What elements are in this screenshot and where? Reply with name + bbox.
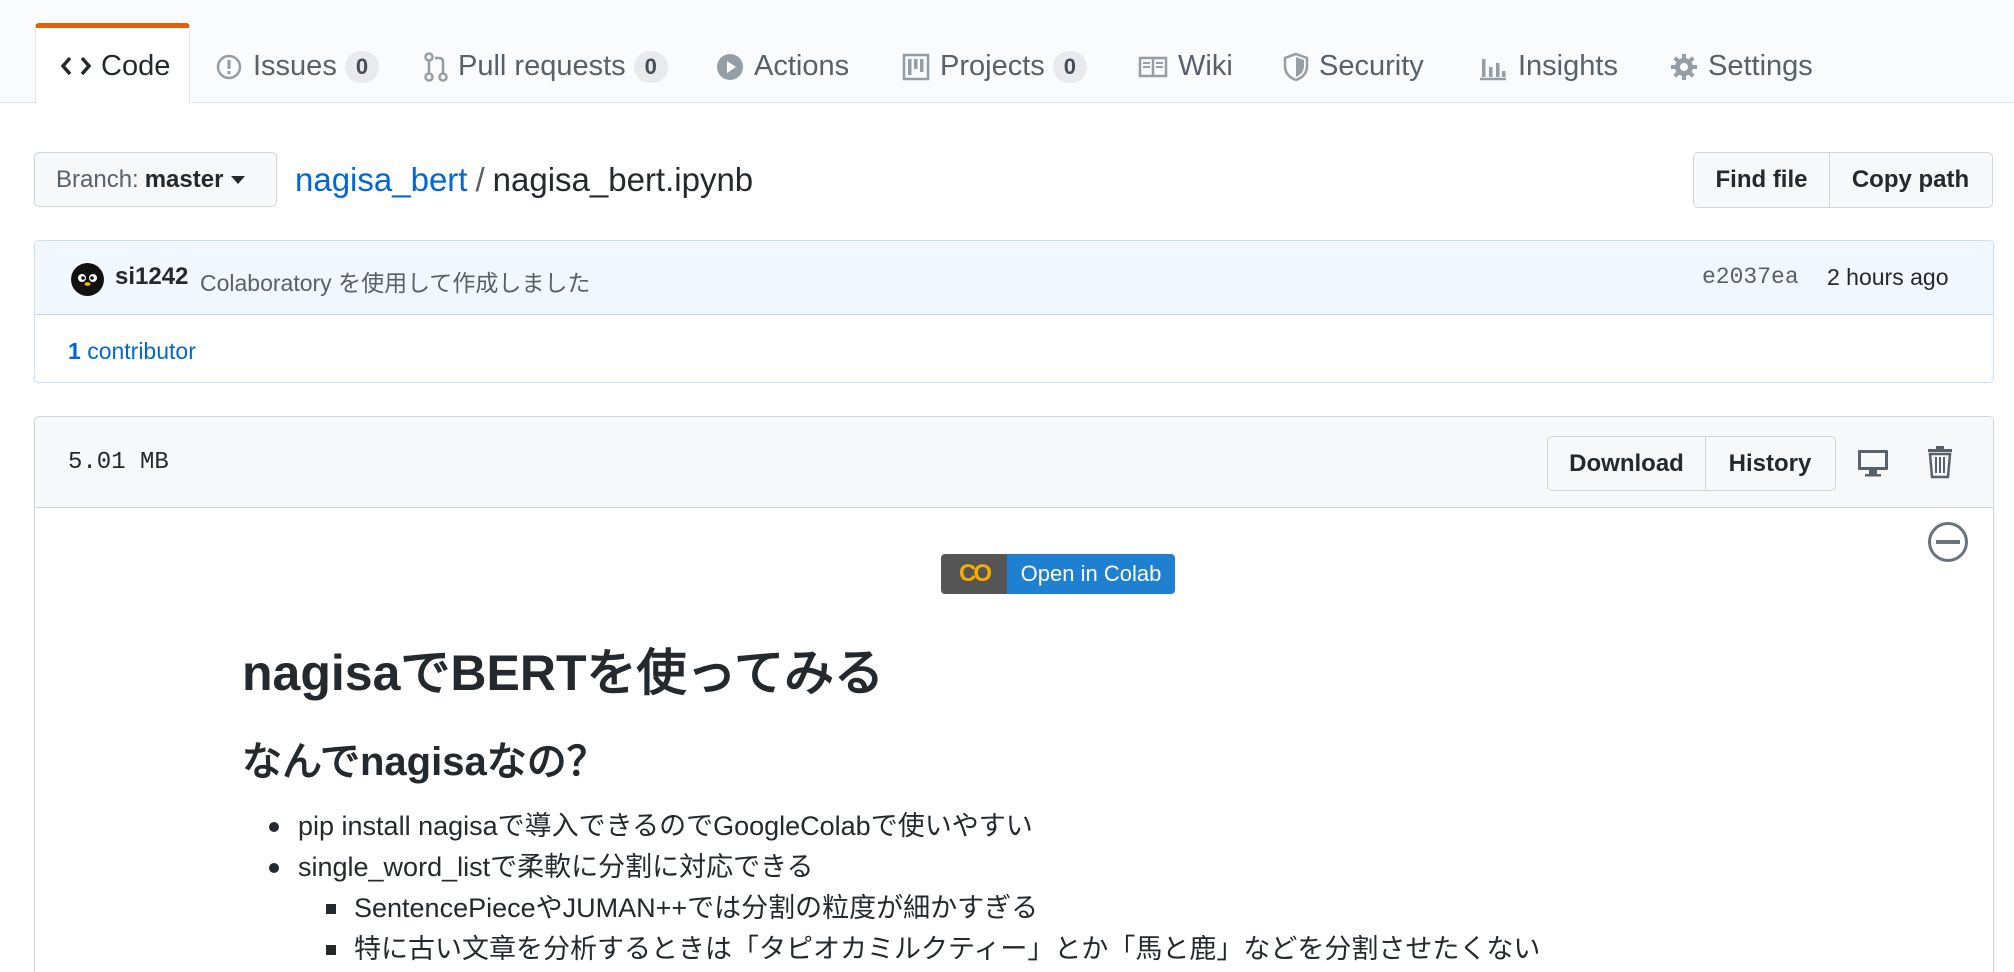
desktop-icon[interactable] [1855, 445, 1891, 481]
trash-icon[interactable] [1923, 443, 1957, 481]
list-item: pip install nagisaで導入できるのでGoogleColabで使い… [242, 806, 1842, 847]
commit-time: 2 hours ago [1827, 264, 1949, 290]
repo-link[interactable]: nagisa_bert [295, 161, 467, 198]
markdown-cell: nagisaでBERTを使ってみる なんでnagisaなの？ pip insta… [242, 643, 1842, 970]
tab-label: Actions [754, 50, 850, 82]
chevron-down-icon [231, 175, 246, 184]
reason-list: pip install nagisaで導入できるのでGoogleColabで使い… [242, 806, 1842, 970]
pull-request-icon [424, 51, 448, 82]
tab-issues[interactable]: Issues 0 [215, 30, 380, 103]
list-item: single_word_listで柔軟に分割に対応できる [242, 847, 1842, 888]
commit-header: si1242 Colaboratory を使用して作成しました e2037ea … [35, 241, 1993, 315]
repo-nav: Code Issues 0 Pull requests 0 Actions Pr… [0, 0, 2014, 104]
tab-label: Projects [940, 50, 1045, 82]
colab-badge-label: Open in Colab [1007, 554, 1175, 594]
colab-logo-icon: CO [941, 554, 1007, 594]
commit-message[interactable]: Colaboratory を使用して作成しました [200, 264, 590, 298]
section-heading: なんでnagisaなの？ [242, 740, 607, 784]
commit-sha[interactable]: e2037ea [1702, 264, 1799, 290]
tab-label: Code [101, 49, 171, 82]
book-icon [1138, 55, 1168, 79]
tab-label: Insights [1518, 50, 1618, 82]
file-header: 5.01 MB Download History [35, 417, 1993, 508]
tab-label: Issues [253, 50, 337, 82]
download-button[interactable]: Download [1547, 436, 1706, 491]
tab-code[interactable]: Code [35, 23, 190, 104]
breadcrumb: nagisa_bert / nagisa_bert.ipynb [295, 158, 753, 202]
play-icon [716, 53, 744, 81]
branch-selector[interactable]: Branch: master [34, 152, 277, 207]
history-button[interactable]: History [1704, 436, 1836, 491]
notebook-title: nagisaでBERTを使ってみる [242, 645, 885, 701]
copy-path-button[interactable]: Copy path [1828, 152, 1993, 208]
file-viewer: 5.01 MB Download History CO Open in Cola… [34, 416, 1994, 972]
file-header-actions: Download History [1547, 436, 1836, 491]
contributors-count: 1 [68, 338, 81, 364]
collapse-icon[interactable] [1928, 522, 1968, 562]
tab-settings[interactable]: Settings [1670, 30, 1813, 103]
file-size: 5.01 MB [68, 449, 169, 476]
tab-label: Settings [1708, 50, 1813, 82]
file-name: nagisa_bert.ipynb [492, 161, 754, 198]
avatar[interactable] [71, 263, 104, 296]
gear-icon [1670, 53, 1698, 81]
tab-label: Security [1319, 50, 1424, 82]
sub-list-item: 特に古い文章を分析するときは「タピオカミルクティー」とか「馬と鹿」などを分割させ… [242, 929, 1842, 970]
tab-projects[interactable]: Projects 0 [902, 30, 1088, 103]
find-file-button[interactable]: Find file [1693, 152, 1830, 208]
tab-security[interactable]: Security [1283, 30, 1424, 103]
sub-list-item: SentencePieceやJUMAN++では分割の粒度が細かすぎる [242, 888, 1842, 929]
file-actions: Find file Copy path [1693, 152, 1993, 208]
graph-icon [1478, 53, 1508, 81]
commit-author[interactable]: si1242 [115, 263, 188, 291]
projects-count: 0 [1052, 50, 1088, 83]
issues-count: 0 [344, 50, 380, 83]
breadcrumb-separator: / [475, 161, 485, 198]
branch-prefix: Branch: [56, 165, 139, 193]
contributors-label: contributor [87, 338, 196, 364]
contributors-link[interactable]: 1 contributor [68, 338, 196, 365]
branch-name: master [144, 165, 224, 193]
code-icon [61, 55, 91, 77]
issue-icon [215, 53, 243, 81]
shield-icon [1283, 52, 1309, 82]
pull-requests-count: 0 [633, 50, 668, 83]
tab-label: Pull requests [458, 50, 626, 82]
open-in-colab-badge[interactable]: CO Open in Colab [941, 554, 1175, 594]
project-icon [902, 53, 930, 81]
tab-pull-requests[interactable]: Pull requests 0 [424, 30, 668, 103]
tab-actions[interactable]: Actions [716, 30, 849, 103]
tab-insights[interactable]: Insights [1478, 30, 1618, 103]
tab-wiki[interactable]: Wiki [1138, 30, 1233, 103]
tab-label: Wiki [1178, 50, 1233, 82]
commit-info: si1242 Colaboratory を使用して作成しました e2037ea … [34, 240, 1994, 383]
